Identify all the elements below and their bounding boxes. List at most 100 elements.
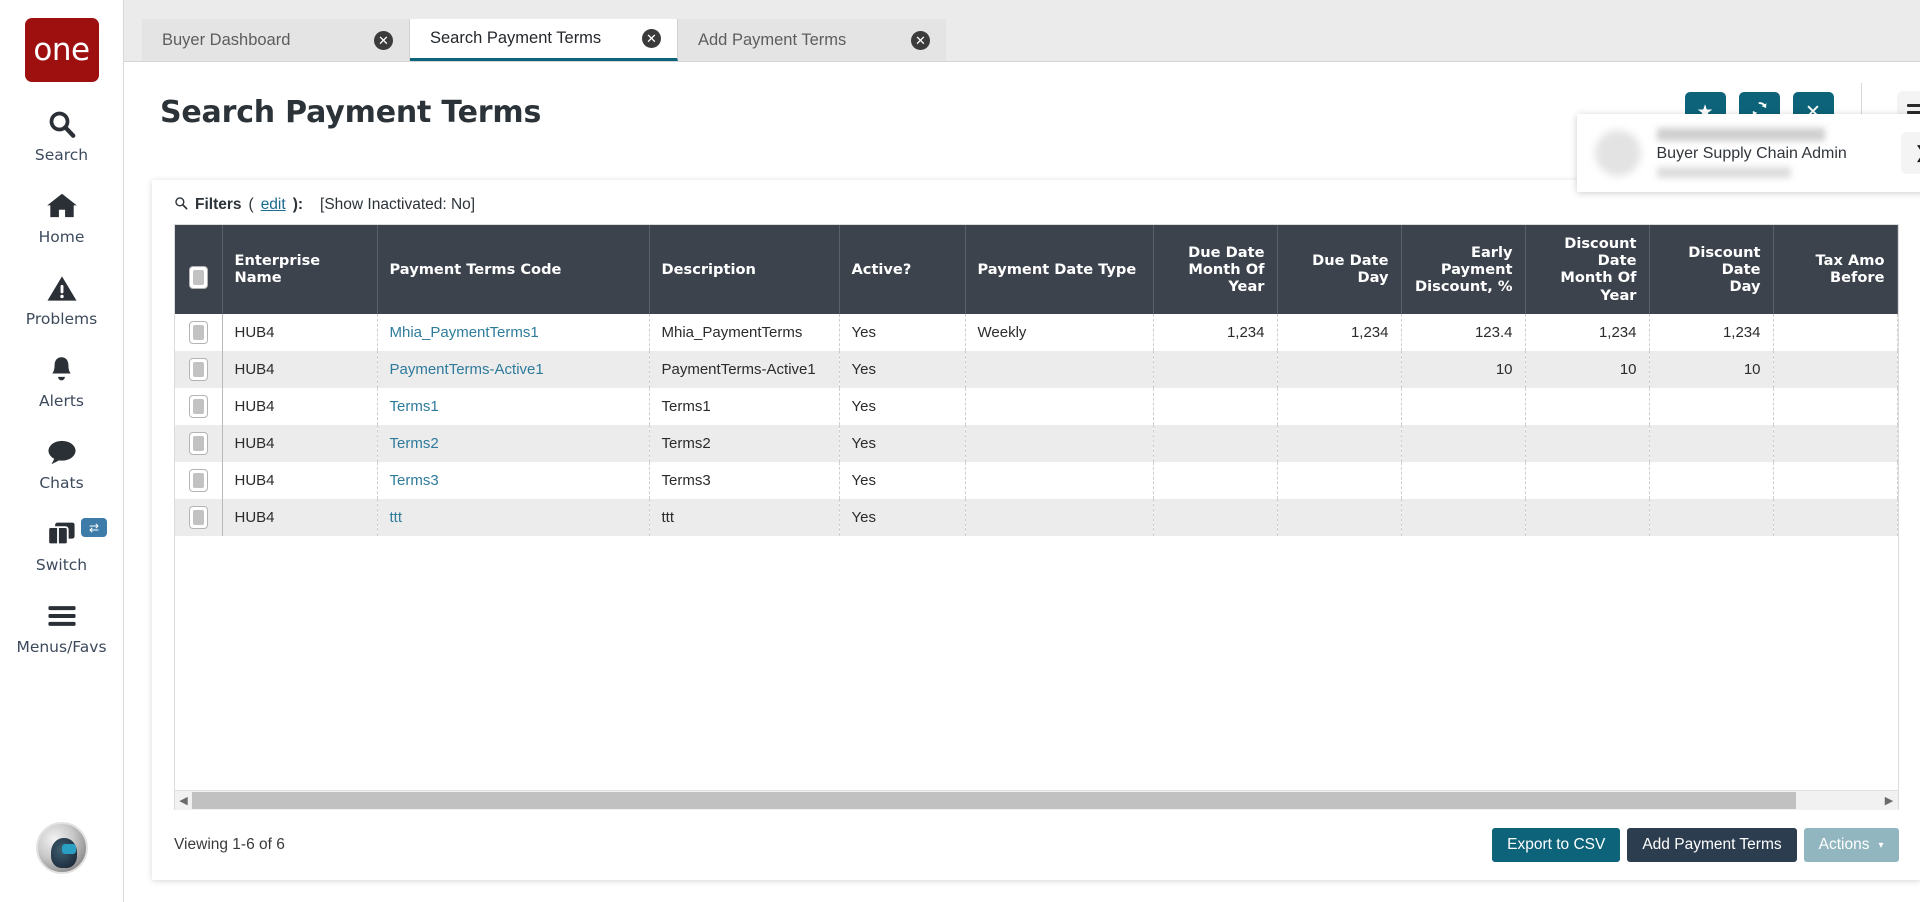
table-body: HUB4Mhia_PaymentTerms1Mhia_PaymentTermsY…: [175, 314, 1897, 536]
user-name-redacted: [1657, 128, 1825, 141]
cell-payment_terms_code[interactable]: ttt: [377, 499, 649, 536]
app-logo[interactable]: one: [25, 18, 99, 82]
tab-add-payment-terms[interactable]: Add Payment Terms ✕: [678, 19, 946, 61]
sidebar-item-switch[interactable]: ⇄ Switch: [0, 516, 123, 574]
row-checkbox[interactable]: [189, 506, 208, 529]
column-header-active[interactable]: Active?: [839, 225, 965, 314]
chevron-down-icon: ▾: [1878, 840, 1883, 851]
tab-search-payment-terms[interactable]: Search Payment Terms ✕: [410, 19, 678, 61]
add-payment-terms-button[interactable]: Add Payment Terms: [1627, 828, 1796, 862]
actions-button[interactable]: Actions ▾: [1804, 828, 1899, 862]
cell-payment_terms_code[interactable]: PaymentTerms-Active1: [377, 351, 649, 388]
cell-enterprise_name: HUB4: [222, 388, 377, 425]
cell-discount_date_month_of_year: 10: [1525, 351, 1649, 388]
table-row[interactable]: HUB4Terms1Terms1Yes: [175, 388, 1897, 425]
row-select-cell[interactable]: [175, 499, 222, 536]
table-scroll-region[interactable]: Enterprise NamePayment Terms CodeDescrip…: [175, 225, 1898, 790]
payment-terms-code-link[interactable]: Terms3: [390, 472, 439, 489]
sidebar-item-home[interactable]: Home: [0, 188, 123, 246]
cell-active: Yes: [839, 388, 965, 425]
select-all-header[interactable]: [175, 225, 222, 314]
column-header-due_date_month_of_year[interactable]: Due Date Month Of Year: [1153, 225, 1277, 314]
payment-terms-code-link[interactable]: Mhia_PaymentTerms1: [390, 324, 539, 341]
sidebar-item-chats[interactable]: Chats: [0, 434, 123, 492]
cell-discount_date_month_of_year: [1525, 425, 1649, 462]
column-header-description[interactable]: Description: [649, 225, 839, 314]
row-checkbox[interactable]: [189, 469, 208, 492]
row-checkbox[interactable]: [189, 432, 208, 455]
cell-description: Terms2: [649, 425, 839, 462]
table-row[interactable]: HUB4Terms2Terms2Yes: [175, 425, 1897, 462]
row-select-cell[interactable]: [175, 388, 222, 425]
sidebar-item-label: Switch: [36, 556, 87, 574]
table-row[interactable]: HUB4PaymentTerms-Active1PaymentTerms-Act…: [175, 351, 1897, 388]
cell-discount_date_day: [1649, 425, 1773, 462]
cell-discount_date_month_of_year: [1525, 499, 1649, 536]
column-header-due_date_day[interactable]: Due Date Day: [1277, 225, 1401, 314]
column-header-discount_date_month_of_year[interactable]: Discount Date Month Of Year: [1525, 225, 1649, 314]
cell-payment_terms_code[interactable]: Terms3: [377, 462, 649, 499]
cell-tax_amount_before: [1773, 314, 1897, 351]
payment-terms-code-link[interactable]: Terms2: [390, 435, 439, 452]
results-table-container: Enterprise NamePayment Terms CodeDescrip…: [174, 224, 1899, 810]
cell-early_payment_discount_pct: [1401, 499, 1525, 536]
sidebar-item-label: Menus/Favs: [16, 638, 106, 656]
sidebar-item-problems[interactable]: Problems: [0, 270, 123, 328]
row-select-cell[interactable]: [175, 351, 222, 388]
column-header-tax_amount_before[interactable]: Tax Amo Before: [1773, 225, 1897, 314]
table-row[interactable]: HUB4Terms3Terms3Yes: [175, 462, 1897, 499]
swap-arrows-icon[interactable]: ⇄: [81, 518, 107, 537]
payment-terms-code-link[interactable]: Terms1: [390, 398, 439, 415]
cell-due_date_day: [1277, 351, 1401, 388]
cell-payment_terms_code[interactable]: Terms2: [377, 425, 649, 462]
close-icon[interactable]: ✕: [911, 31, 930, 50]
horizontal-scrollbar[interactable]: ◀ ▶: [175, 790, 1898, 810]
row-checkbox[interactable]: [189, 358, 208, 381]
table-header: Enterprise NamePayment Terms CodeDescrip…: [175, 225, 1897, 314]
chevron-down-icon[interactable]: ❯: [1901, 132, 1920, 174]
scroll-right-arrow[interactable]: ▶: [1881, 794, 1898, 807]
export-to-csv-button[interactable]: Export to CSV: [1492, 828, 1620, 862]
column-header-discount_date_day[interactable]: Discount Date Day: [1649, 225, 1773, 314]
sidebar-item-alerts[interactable]: Alerts: [0, 352, 123, 410]
column-header-enterprise_name[interactable]: Enterprise Name: [222, 225, 377, 314]
filters-label: Filters: [195, 196, 242, 214]
sidebar-item-menus-favs[interactable]: Menus/Favs: [0, 598, 123, 656]
cell-enterprise_name: HUB4: [222, 351, 377, 388]
column-header-payment_date_type[interactable]: Payment Date Type: [965, 225, 1153, 314]
sidebar-item-search[interactable]: Search: [0, 106, 123, 164]
user-info: Buyer Supply Chain Admin: [1657, 128, 1901, 178]
row-checkbox[interactable]: [189, 321, 208, 344]
table-row[interactable]: HUB4ttttttYes: [175, 499, 1897, 536]
cell-payment_terms_code[interactable]: Terms1: [377, 388, 649, 425]
row-checkbox[interactable]: [189, 395, 208, 418]
table-row[interactable]: HUB4Mhia_PaymentTerms1Mhia_PaymentTermsY…: [175, 314, 1897, 351]
sidebar-item-label: Problems: [26, 310, 97, 328]
row-select-cell[interactable]: [175, 425, 222, 462]
user-role: Buyer Supply Chain Admin: [1657, 145, 1901, 163]
filters-summary: [Show Inactivated: No]: [320, 196, 475, 214]
button-label: Add Payment Terms: [1642, 836, 1781, 854]
cell-payment_terms_code[interactable]: Mhia_PaymentTerms1: [377, 314, 649, 351]
close-icon[interactable]: ✕: [374, 31, 393, 50]
close-icon[interactable]: ✕: [642, 29, 661, 48]
cell-discount_date_month_of_year: 1,234: [1525, 314, 1649, 351]
scroll-left-arrow[interactable]: ◀: [175, 794, 192, 807]
scrollbar-thumb[interactable]: [192, 792, 1796, 809]
tab-buyer-dashboard[interactable]: Buyer Dashboard ✕: [142, 19, 410, 61]
sidebar: one Search Home Problems Alerts Chats: [0, 0, 124, 902]
filters-edit-link[interactable]: edit: [261, 196, 286, 214]
row-select-cell[interactable]: [175, 314, 222, 351]
user-profile-menu[interactable]: Buyer Supply Chain Admin ❯: [1577, 114, 1920, 192]
cell-discount_date_day: [1649, 388, 1773, 425]
select-all-checkbox[interactable]: [189, 266, 208, 289]
payment-terms-code-link[interactable]: PaymentTerms-Active1: [390, 361, 544, 378]
row-select-cell[interactable]: [175, 462, 222, 499]
column-header-early_payment_discount_pct[interactable]: Early Payment Discount, %: [1401, 225, 1525, 314]
scrollbar-track[interactable]: [192, 791, 1881, 810]
cell-enterprise_name: HUB4: [222, 425, 377, 462]
bell-icon: [47, 352, 76, 388]
payment-terms-code-link[interactable]: ttt: [390, 509, 403, 526]
column-header-payment_terms_code[interactable]: Payment Terms Code: [377, 225, 649, 314]
assistant-avatar-icon[interactable]: [36, 822, 88, 874]
